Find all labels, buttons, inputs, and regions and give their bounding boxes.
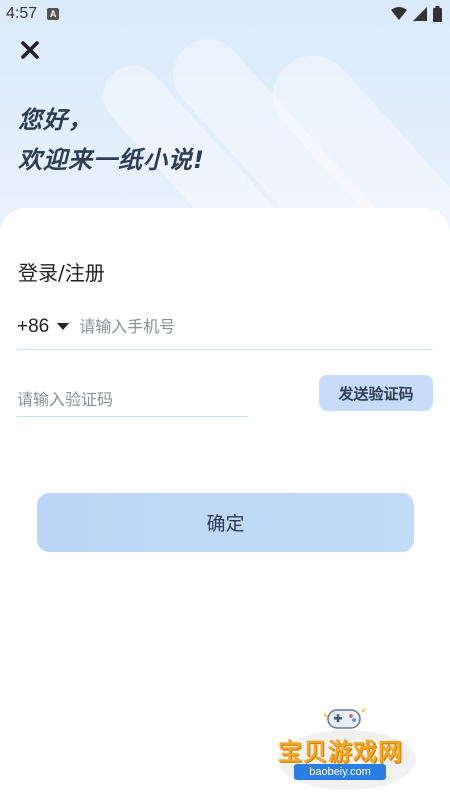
notification-icon: A <box>47 8 60 20</box>
phone-input[interactable] <box>79 311 433 342</box>
wifi-icon <box>391 7 407 20</box>
watermark-logo: 宝贝游戏网 baobeiy.com <box>272 700 422 794</box>
greeting: 您好， 欢迎来一纸小说! <box>18 100 205 180</box>
gamepad-icon <box>323 708 366 729</box>
status-time: 4:57 <box>6 5 38 22</box>
watermark-url: baobeiy.com <box>294 764 386 780</box>
watermark-text: 宝贝游戏网 <box>278 738 403 766</box>
chevron-down-icon[interactable] <box>57 323 70 330</box>
page-title: 登录/注册 <box>18 261 105 285</box>
confirm-button[interactable]: 确定 <box>37 493 414 552</box>
greeting-line-2: 欢迎来一纸小说! <box>18 146 205 174</box>
phone-field-row: +86 <box>17 304 433 350</box>
send-code-button[interactable]: 发送验证码 <box>319 375 433 411</box>
status-bar: 4:57 A <box>0 0 450 28</box>
close-icon <box>21 41 39 59</box>
country-code-selector[interactable]: +86 <box>17 316 49 338</box>
signal-icon <box>413 7 427 21</box>
verification-code-input[interactable] <box>17 382 248 417</box>
close-button[interactable] <box>16 36 44 64</box>
greeting-line-1: 您好， <box>18 106 93 134</box>
battery-icon <box>433 6 442 22</box>
